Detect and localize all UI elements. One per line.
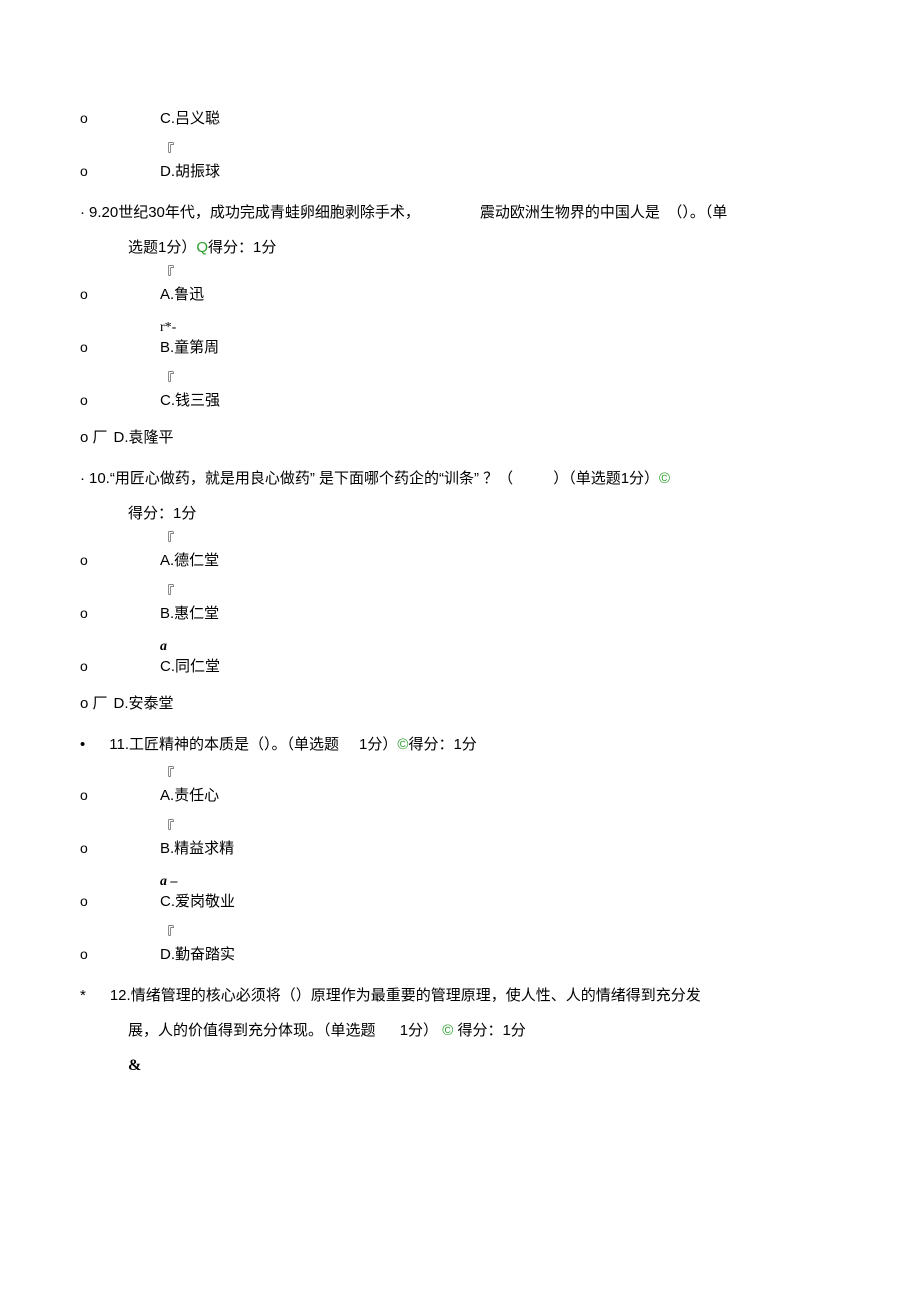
radio-mark: 『 bbox=[160, 928, 180, 942]
option-label: D.袁隆平 bbox=[114, 427, 174, 448]
question-10: · 10. “用匠心做药，就是用良心做药” 是下面哪个药企的“训条” ？（ ）（… bbox=[80, 468, 840, 489]
radio-mark: 『 bbox=[160, 587, 180, 601]
option-label: B.惠仁堂 bbox=[160, 603, 219, 624]
check-icon: Q bbox=[196, 239, 208, 256]
q10-option-b[interactable]: o 『 B.惠仁堂 bbox=[80, 587, 840, 624]
q11-option-d[interactable]: o 『 D.勤奋踏实 bbox=[80, 928, 840, 965]
option-label: A.鲁迅 bbox=[160, 284, 204, 305]
question-9: · 9. 20世纪30年代，成功完成青蛙卵细胞剥除手术， 震动欧洲生物界的中国人… bbox=[80, 202, 840, 223]
option-label: D.勤奋踏实 bbox=[160, 944, 235, 965]
bullet: o bbox=[80, 551, 160, 571]
bullet: o bbox=[80, 391, 160, 411]
question-pts: 1分） bbox=[400, 1022, 438, 1039]
bullet: o bbox=[80, 338, 160, 358]
check-icon: © bbox=[442, 1022, 453, 1039]
q10-option-a[interactable]: o 『 A.德仁堂 bbox=[80, 534, 840, 571]
option-label: B.精益求精 bbox=[160, 838, 234, 859]
bullet: o bbox=[80, 162, 160, 182]
score-text: 得分：1分 bbox=[208, 239, 276, 256]
bullet: o bbox=[80, 285, 160, 305]
q9-option-b[interactable]: o r*- B.童第周 bbox=[80, 321, 840, 358]
bullet: · bbox=[80, 202, 85, 223]
score-prefix: 选题1分） bbox=[128, 239, 196, 256]
q11-option-c[interactable]: o a – C.爱岗敬业 bbox=[80, 875, 840, 912]
q9-option-a[interactable]: o 『 A.鲁迅 bbox=[80, 268, 840, 305]
bullet: o bbox=[80, 839, 160, 859]
radio-mark: r*- bbox=[160, 321, 180, 335]
radio-mark: 『 bbox=[160, 822, 180, 836]
q8-option-d[interactable]: o 『 D.胡振球 bbox=[80, 145, 840, 182]
bullet: · bbox=[80, 468, 85, 489]
check-icon: © bbox=[397, 734, 408, 755]
q8-option-c[interactable]: o C.吕义聪 bbox=[80, 108, 840, 129]
bullet: o 厂 bbox=[80, 693, 108, 714]
question-text: “用匠心做药，就是用良心做药” 是下面哪个药企的“训条” ？（ bbox=[110, 468, 513, 489]
option-label: C.同仁堂 bbox=[160, 656, 220, 677]
option-label: A.责任心 bbox=[160, 785, 219, 806]
option-label: A.德仁堂 bbox=[160, 550, 219, 571]
ampersand-mark: & bbox=[128, 1055, 840, 1077]
bullet: o bbox=[80, 892, 160, 912]
score-text: 得分：1分 bbox=[128, 505, 196, 522]
radio-mark: 『 bbox=[160, 145, 180, 159]
q11-option-b[interactable]: o 『 B.精益求精 bbox=[80, 822, 840, 859]
q9-option-d[interactable]: o 厂 D.袁隆平 bbox=[80, 427, 840, 448]
bullet: o bbox=[80, 786, 160, 806]
option-label: D.胡振球 bbox=[160, 161, 220, 182]
question-12: * 12. 情绪管理的核心必须将（）原理作为最重要的管理原理，使人性、人的情绪得… bbox=[80, 985, 840, 1006]
question-text: 展，人的价值得到充分体现。（单选题 bbox=[128, 1022, 376, 1039]
score-text: 得分：1分 bbox=[408, 734, 476, 755]
question-number: 10. bbox=[89, 468, 110, 489]
option-label: C.爱岗敬业 bbox=[160, 891, 235, 912]
q10-option-c[interactable]: o a C.同仁堂 bbox=[80, 640, 840, 677]
check-icon: © bbox=[659, 468, 670, 489]
bullet: o bbox=[80, 945, 160, 965]
q10-score: 得分：1分 bbox=[128, 503, 840, 524]
q9-option-c[interactable]: o 『 C.钱三强 bbox=[80, 374, 840, 411]
question-text: 20世纪30年代，成功完成青蛙卵细胞剥除手术， bbox=[102, 202, 420, 223]
radio-mark: a – bbox=[160, 875, 180, 889]
score-text: 得分：1分 bbox=[457, 1022, 525, 1039]
question-number: 9. bbox=[89, 202, 102, 223]
option-label: D.安泰堂 bbox=[114, 693, 174, 714]
bullet: * bbox=[80, 985, 86, 1006]
question-pts: 1分） bbox=[359, 734, 397, 755]
bullet: o bbox=[80, 604, 160, 624]
option-label: C.吕义聪 bbox=[160, 108, 220, 129]
bullet: o bbox=[80, 109, 160, 129]
question-11: • 11. 工匠精神的本质是（）。（单选题 1分） © 得分：1分 bbox=[80, 734, 840, 755]
bullet: o 厂 bbox=[80, 427, 108, 448]
option-label: B.童第周 bbox=[160, 337, 219, 358]
bullet: • bbox=[80, 734, 85, 755]
q9-score: 选题1分）Q得分：1分 bbox=[128, 237, 840, 258]
option-label: C.钱三强 bbox=[160, 390, 220, 411]
radio-mark: 『 bbox=[160, 534, 180, 548]
question-number: 12. bbox=[110, 985, 131, 1006]
question-number: 11. bbox=[109, 734, 129, 755]
radio-mark: 『 bbox=[160, 374, 180, 388]
radio-mark: 『 bbox=[160, 769, 180, 783]
question-text: 震动欧洲生物界的中国人是 （）。（单 bbox=[480, 202, 728, 223]
question-text: 情绪管理的核心必须将（）原理作为最重要的管理原理，使人性、人的情绪得到充分发 bbox=[131, 985, 701, 1006]
radio-mark: 『 bbox=[160, 268, 180, 282]
question-text: ）（单选题1分） bbox=[553, 468, 659, 489]
q10-option-d[interactable]: o 厂 D.安泰堂 bbox=[80, 693, 840, 714]
bullet: o bbox=[80, 657, 160, 677]
radio-mark: a bbox=[160, 640, 180, 654]
question-text: 工匠精神的本质是（）。（单选题 bbox=[129, 734, 339, 755]
q11-option-a[interactable]: o 『 A.责任心 bbox=[80, 769, 840, 806]
q12-line2: 展，人的价值得到充分体现。（单选题 1分） © 得分：1分 bbox=[128, 1020, 840, 1041]
